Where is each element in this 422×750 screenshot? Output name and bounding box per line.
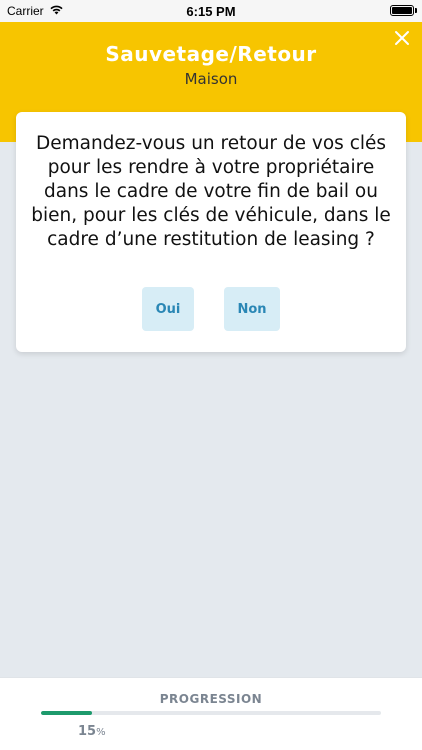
progress-footer: PROGRESSION 15% — [0, 677, 422, 750]
page-subtitle: Maison — [184, 70, 238, 88]
question-dialog: Demandez-vous un retour de vos clés pour… — [16, 112, 406, 352]
close-button[interactable] — [392, 28, 412, 48]
progress-unit: % — [96, 727, 106, 738]
battery-tip — [415, 8, 417, 13]
progress-percent: 15% — [78, 724, 106, 739]
yes-button[interactable]: Oui — [142, 287, 194, 331]
close-icon — [395, 31, 409, 45]
page-title: Sauvetage/Retour — [105, 42, 317, 66]
question-text: Demandez-vous un retour de vos clés pour… — [31, 133, 391, 250]
no-button[interactable]: Non — [224, 287, 280, 331]
progress-bar — [41, 711, 381, 715]
status-time: 6:15 PM — [186, 4, 236, 19]
progress-value: 15 — [78, 724, 97, 739]
progress-label: PROGRESSION — [159, 692, 263, 706]
status-bar: Carrier 6:15 PM — [0, 0, 422, 22]
battery-icon — [390, 5, 414, 16]
progress-bar-fill — [41, 711, 92, 715]
